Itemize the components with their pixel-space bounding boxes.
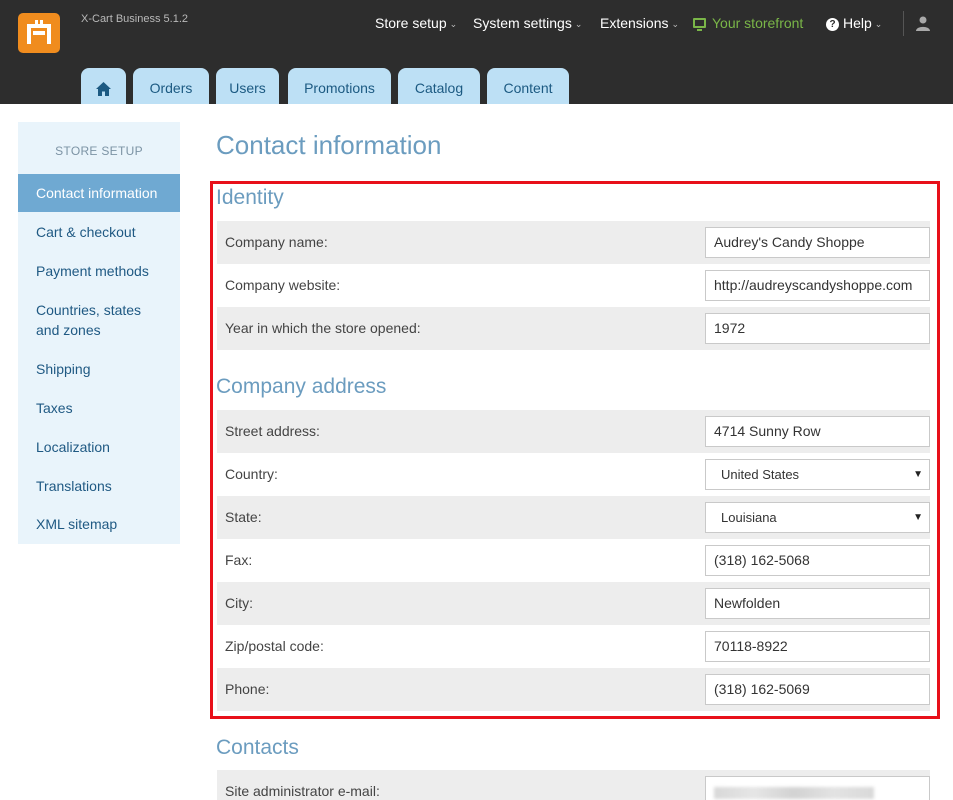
tab-promotions[interactable]: Promotions (288, 68, 391, 104)
chevron-down-icon: ⌄ (671, 19, 680, 29)
sidebar-item-payment-methods[interactable]: Payment methods (18, 261, 180, 281)
form-row-year-opened: Year in which the store opened: 1972 (217, 307, 930, 350)
year-opened-input[interactable]: 1972 (705, 313, 930, 344)
form-row-admin-email: Site administrator e-mail: (217, 770, 930, 800)
company-name-label: Company name: (225, 234, 328, 250)
tab-orders[interactable]: Orders (133, 68, 209, 104)
section-heading-company-address: Company address (216, 375, 387, 398)
sidebar-item-contact-information[interactable]: Contact information (18, 174, 180, 212)
country-select[interactable]: United States ▼ (705, 459, 930, 490)
top-bar: X-Cart Business 5.1.2 Store setup ⌄ Syste… (0, 0, 953, 104)
section-heading-contacts: Contacts (216, 736, 299, 759)
fax-input[interactable]: (318) 162-5068 (705, 545, 930, 576)
form-row-zip: Zip/postal code: 70118-8922 (217, 625, 930, 668)
blurred-email-value (714, 787, 874, 799)
form-row-state: State: Louisiana ▼ (217, 496, 930, 539)
dropdown-arrow-icon: ▼ (913, 512, 923, 523)
form-row-company-name: Company name: Audrey's Candy Shoppe (217, 221, 930, 264)
state-label: State: (225, 509, 262, 525)
nav-system-settings[interactable]: System settings ⌄ (473, 15, 582, 33)
city-input[interactable]: Newfolden (705, 588, 930, 619)
sidebar: STORE SETUP Contact information Cart & c… (18, 122, 180, 544)
admin-email-label: Site administrator e-mail: (225, 783, 380, 799)
country-label: Country: (225, 466, 278, 482)
city-label: City: (225, 595, 253, 611)
xcart-logo[interactable] (18, 13, 60, 53)
dropdown-arrow-icon: ▼ (913, 469, 923, 480)
nav-store-setup-label: Store setup (375, 15, 447, 31)
sidebar-item-localization[interactable]: Localization (18, 437, 180, 457)
form-row-street-address: Street address: 4714 Sunny Row (217, 410, 930, 453)
year-opened-label: Year in which the store opened: (225, 320, 421, 336)
street-address-label: Street address: (225, 423, 320, 439)
user-icon[interactable] (915, 15, 931, 31)
phone-input[interactable]: (318) 162-5069 (705, 674, 930, 705)
street-address-input[interactable]: 4714 Sunny Row (705, 416, 930, 447)
nav-storefront-label: Your storefront (712, 15, 804, 31)
nav-store-setup[interactable]: Store setup ⌄ (375, 15, 457, 33)
question-icon: ? (826, 18, 839, 31)
company-website-label: Company website: (225, 277, 341, 293)
sidebar-item-cart-checkout[interactable]: Cart & checkout (18, 222, 180, 242)
product-version: X-Cart Business 5.1.2 (81, 13, 188, 25)
section-heading-identity: Identity (216, 186, 284, 209)
tab-users[interactable]: Users (216, 68, 279, 104)
form-row-fax: Fax: (318) 162-5068 (217, 539, 930, 582)
nav-extensions-label: Extensions (600, 15, 669, 31)
sidebar-title: STORE SETUP (55, 144, 143, 158)
sidebar-item-taxes[interactable]: Taxes (18, 398, 180, 418)
cart-logo-icon (27, 20, 51, 44)
monitor-icon (693, 18, 706, 31)
tab-content[interactable]: Content (487, 68, 569, 104)
country-selected-value: United States (721, 467, 800, 482)
tab-catalog[interactable]: Catalog (398, 68, 480, 104)
chevron-down-icon: ⌄ (449, 19, 458, 29)
admin-email-input[interactable] (705, 776, 930, 800)
company-name-input[interactable]: Audrey's Candy Shoppe (705, 227, 930, 258)
state-select[interactable]: Louisiana ▼ (705, 502, 930, 533)
chevron-down-icon: ⌄ (574, 19, 583, 29)
company-website-input[interactable]: http://audreyscandyshoppe.com (705, 270, 930, 301)
sidebar-item-shipping[interactable]: Shipping (18, 359, 180, 379)
tab-home[interactable] (81, 68, 126, 104)
fax-label: Fax: (225, 552, 253, 568)
form-row-company-website: Company website: http://audreyscandyshop… (217, 264, 930, 307)
sidebar-item-countries-states-zones[interactable]: Countries, states and zones (18, 300, 180, 340)
form-row-city: City: Newfolden (217, 582, 930, 625)
nav-help-label: Help (843, 15, 872, 31)
home-icon (96, 82, 111, 96)
state-selected-value: Louisiana (721, 510, 777, 525)
page-title: Contact information (216, 130, 442, 160)
nav-system-settings-label: System settings (473, 15, 572, 31)
sidebar-item-label-line1: Countries, states (36, 302, 142, 318)
form-row-phone: Phone: (318) 162-5069 (217, 668, 930, 711)
sidebar-item-xml-sitemap[interactable]: XML sitemap (18, 514, 180, 534)
sidebar-item-translations[interactable]: Translations (18, 476, 180, 496)
form-row-country: Country: United States ▼ (217, 453, 930, 496)
nav-extensions[interactable]: Extensions ⌄ (600, 15, 679, 33)
zip-label: Zip/postal code: (225, 638, 324, 654)
nav-help[interactable]: ? Help ⌄ (826, 15, 882, 33)
header-divider (903, 11, 904, 36)
chevron-down-icon: ⌄ (874, 19, 883, 29)
zip-input[interactable]: 70118-8922 (705, 631, 930, 662)
sidebar-item-label-line2: and zones (36, 322, 101, 338)
phone-label: Phone: (225, 681, 270, 697)
nav-your-storefront[interactable]: Your storefront (693, 15, 803, 33)
